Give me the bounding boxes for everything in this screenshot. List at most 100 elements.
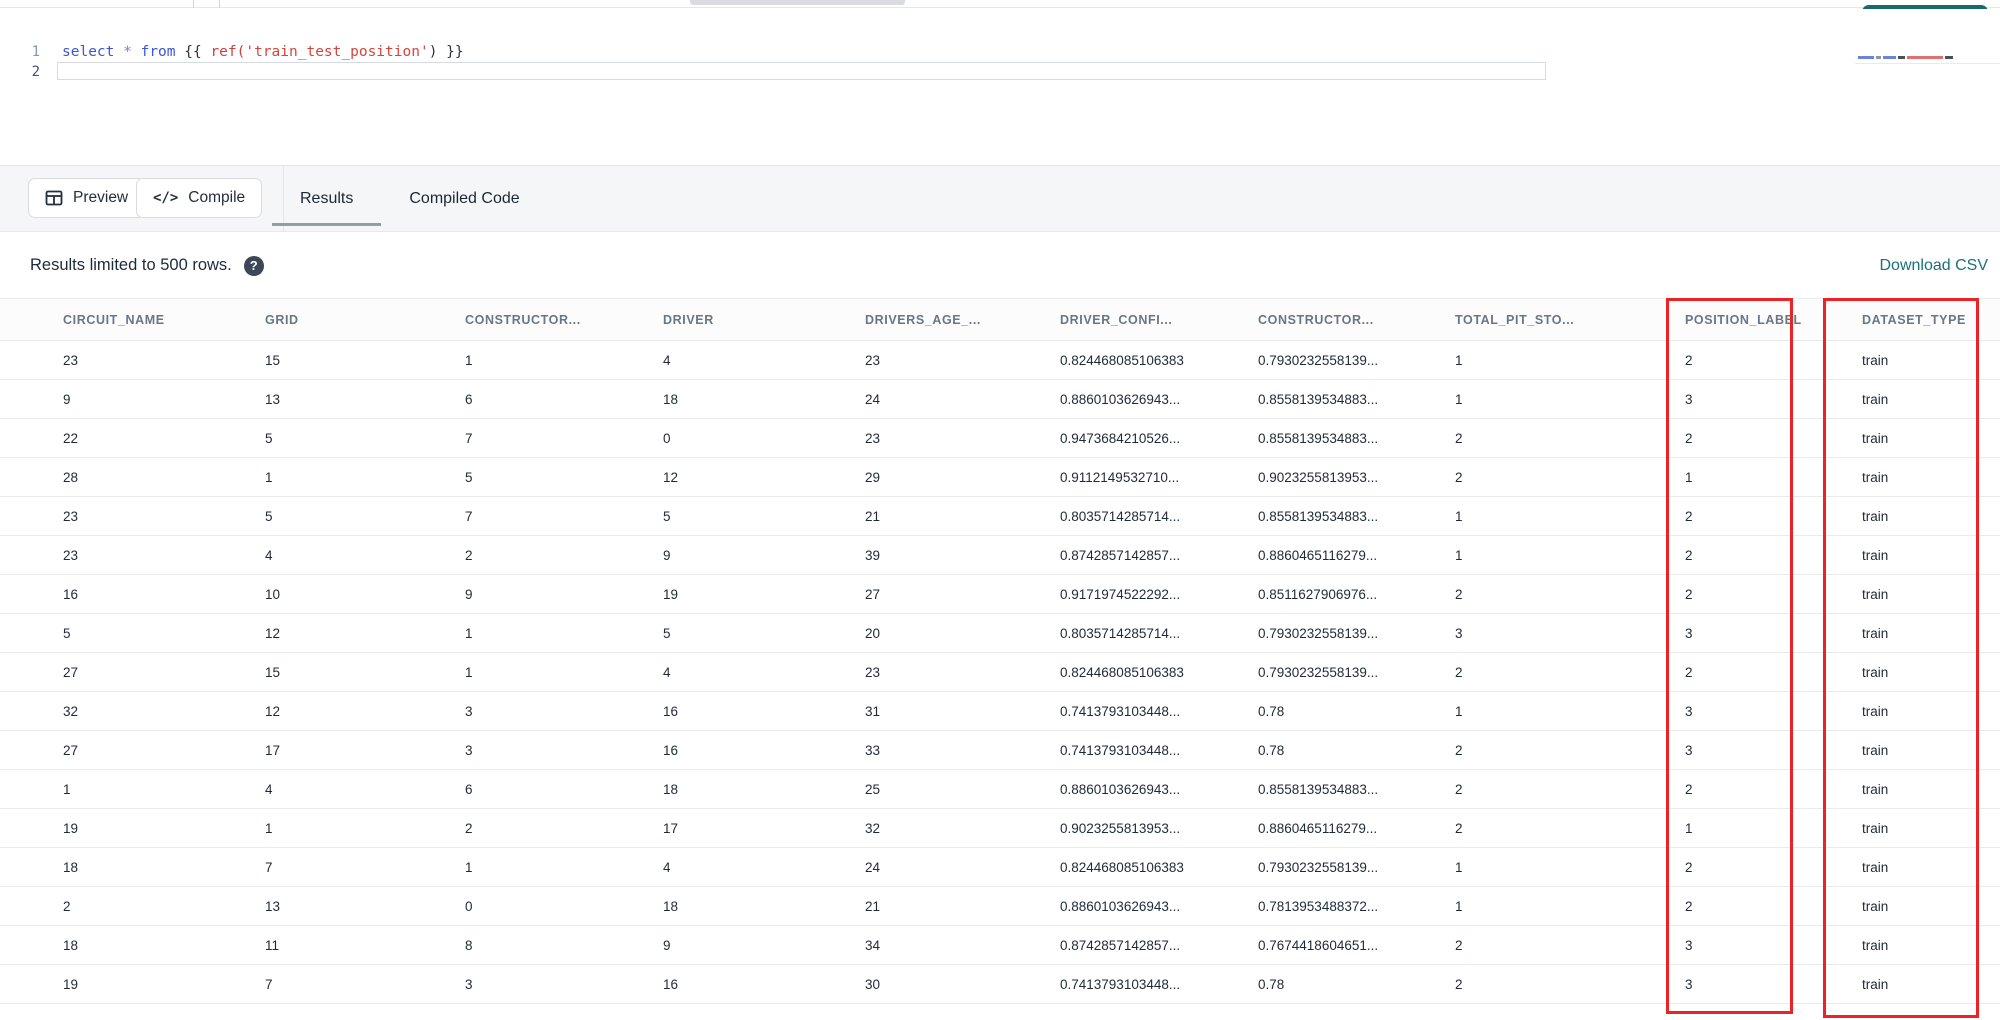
table-cell: 0.824468085106383 <box>1060 859 1184 875</box>
table-cell: 0.9023255813953... <box>1258 469 1379 485</box>
table-cell: 34 <box>865 937 881 953</box>
column-header: GRID <box>265 312 299 327</box>
compile-button[interactable]: </> Compile <box>136 178 263 218</box>
tab-divider <box>219 0 220 8</box>
table-cell: 0.8860103626943... <box>1060 898 1181 914</box>
table-cell: 3 <box>1455 625 1463 641</box>
table-cell: 2 <box>1685 430 1693 446</box>
table-cell: 0.9023255813953... <box>1060 820 1181 836</box>
table-cell: 18 <box>663 898 679 914</box>
table-cell: 15 <box>265 352 281 368</box>
table-cell: 7 <box>265 976 273 992</box>
table-row: 16 10 9 19 27 0.9171974522292... 0.85116279069… <box>0 575 2000 614</box>
download-csv-link[interactable]: Download CSV <box>1880 257 1989 275</box>
table-cell: 0.7413793103448... <box>1060 703 1181 719</box>
tab-results[interactable]: Results <box>272 166 382 232</box>
table-cell: 7 <box>265 859 273 875</box>
table-cell: 0.8742857142857... <box>1060 937 1181 953</box>
table-cell: 32 <box>63 703 79 719</box>
table-row: 19 7 3 16 30 0.7413793103448... 0.78 2 3 train <box>0 965 2000 1004</box>
table-row: 2 13 0 18 21 0.8860103626943... 0.781395348837… <box>0 887 2000 926</box>
table-cell: 12 <box>265 703 281 719</box>
table-cell: 0.8742857142857... <box>1060 547 1181 563</box>
code-line-1[interactable]: 1 select * from {{ ref('train_test_posit… <box>0 42 464 62</box>
sql-code[interactable]: select * from {{ ref('train_test_positio… <box>62 44 464 60</box>
results-tabs: Results Compiled Code <box>272 166 548 232</box>
table-row: 27 17 3 16 33 0.7413793103448... 0.78 2 3 train <box>0 731 2000 770</box>
table-row: 32 12 3 16 31 0.7413793103448... 0.78 1 3 train <box>0 692 2000 731</box>
table-cell: train <box>1862 742 1889 758</box>
table-cell: 0 <box>465 898 473 914</box>
table-cell: 32 <box>865 820 881 836</box>
table-cell: 1 <box>465 664 473 680</box>
table-row: 23 5 7 5 21 0.8035714285714... 0.8558139534883… <box>0 497 2000 536</box>
table-cell: 2 <box>465 820 473 836</box>
sql-editor[interactable]: 1 select * from {{ ref('train_test_posit… <box>0 9 2000 165</box>
table-cell: 2 <box>1685 547 1693 563</box>
table-cell: 16 <box>663 703 679 719</box>
table-body: 23 15 1 4 23 0.824468085106383 0.7930232558139… <box>0 341 2000 1004</box>
table-cell: train <box>1862 937 1889 953</box>
editor-scroll-indicator <box>690 0 905 5</box>
table-cell: 1 <box>265 820 273 836</box>
table-cell: 39 <box>865 547 881 563</box>
table-cell: 0.7674418604651... <box>1258 937 1379 953</box>
table-cell: 16 <box>663 742 679 758</box>
table-cell: 0.8035714285714... <box>1060 508 1181 524</box>
table-cell: 3 <box>465 976 473 992</box>
table-cell: 2 <box>63 898 71 914</box>
table-cell: 24 <box>865 391 881 407</box>
table-cell: 2 <box>1455 781 1463 797</box>
column-header: CONSTRUCTOR... <box>465 312 581 327</box>
table-cell: 6 <box>465 781 473 797</box>
tab-compiled-code[interactable]: Compiled Code <box>381 166 547 232</box>
tab-compiled-code-label: Compiled Code <box>409 190 520 207</box>
table-cell: 23 <box>63 547 79 563</box>
table-cell: 12 <box>663 469 679 485</box>
table-cell: 2 <box>1685 664 1693 680</box>
table-cell: 7 <box>465 430 473 446</box>
table-cell: 28 <box>63 469 79 485</box>
table-cell: 23 <box>865 664 881 680</box>
table-cell: 0.824468085106383 <box>1060 352 1184 368</box>
editor-active-line[interactable] <box>57 62 1546 80</box>
column-header: DRIVER_CONFI... <box>1060 312 1173 327</box>
table-cell: 0.7413793103448... <box>1060 742 1181 758</box>
table-cell: 0.7930232558139... <box>1258 625 1379 641</box>
table-cell: 27 <box>63 664 79 680</box>
table-cell: 6 <box>465 391 473 407</box>
table-cell: 1 <box>1455 508 1463 524</box>
table-cell: 21 <box>865 508 881 524</box>
table-cell: 0.7813953488372... <box>1258 898 1379 914</box>
table-cell: 18 <box>63 937 79 953</box>
table-cell: 3 <box>1685 703 1693 719</box>
table-cell: 2 <box>1685 586 1693 602</box>
table-header-row: CIRCUIT_NAME GRID CONSTRUCTOR... DRIVER DRIV… <box>0 298 2000 341</box>
table-cell: 0.8558139534883... <box>1258 430 1379 446</box>
table-cell: 5 <box>63 625 71 641</box>
table-cell: 5 <box>265 430 273 446</box>
table-cell: 15 <box>265 664 281 680</box>
table-row: 22 5 7 0 23 0.9473684210526... 0.8558139534883… <box>0 419 2000 458</box>
table-cell: train <box>1862 469 1889 485</box>
table-cell: 18 <box>663 781 679 797</box>
editor-minimap[interactable] <box>1858 53 1968 61</box>
results-info-bar: Results limited to 500 rows. ? Download … <box>0 233 2000 298</box>
column-header: POSITION_LABEL <box>1685 312 1802 327</box>
table-cell: 2 <box>1455 976 1463 992</box>
table-cell: train <box>1862 976 1889 992</box>
table-icon <box>45 189 63 207</box>
code-line-2[interactable]: 2 <box>0 62 40 82</box>
column-header: DRIVER <box>663 312 714 327</box>
table-cell: 2 <box>1685 352 1693 368</box>
tab-divider <box>193 0 194 8</box>
table-cell: 4 <box>663 352 671 368</box>
editor-tab-bar <box>0 0 2000 8</box>
preview-button[interactable]: Preview <box>28 178 146 218</box>
table-cell: 19 <box>663 586 679 602</box>
help-icon[interactable]: ? <box>243 255 264 276</box>
table-row: 5 12 1 5 20 0.8035714285714... 0.7930232558139… <box>0 614 2000 653</box>
table-cell: 13 <box>265 898 281 914</box>
